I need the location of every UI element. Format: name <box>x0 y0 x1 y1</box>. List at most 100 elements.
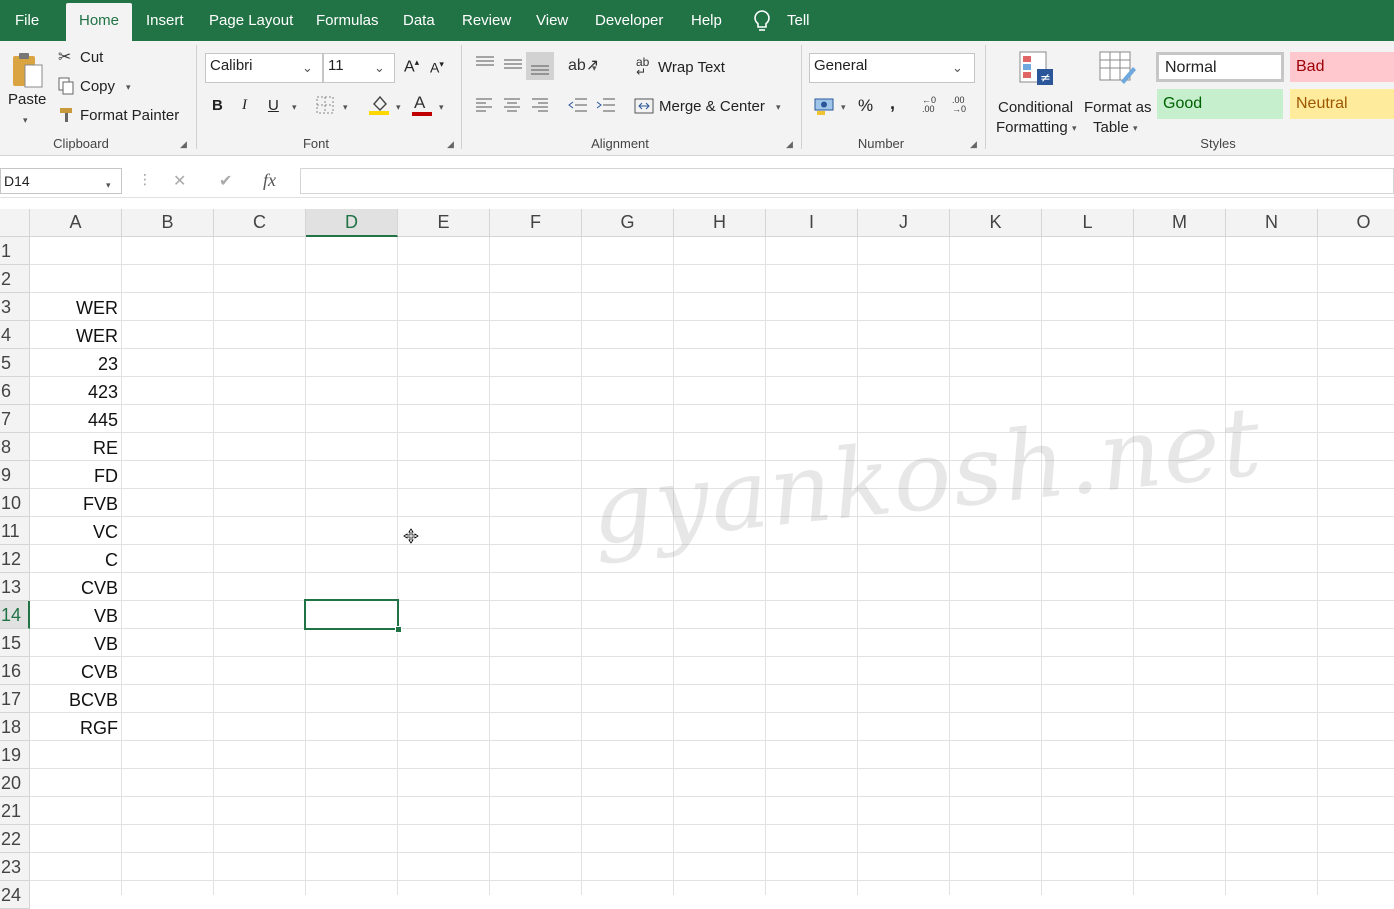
decrease-decimal-icon[interactable]: .00 →0 <box>952 96 966 114</box>
row-header-15[interactable]: 15 <box>0 629 30 657</box>
column-header-h[interactable]: H <box>674 209 766 237</box>
italic-button[interactable]: I <box>242 97 247 114</box>
tab-page-layout[interactable]: Page Layout <box>209 0 293 41</box>
percent-style-button[interactable]: % <box>858 96 873 116</box>
row-header-19[interactable]: 19 <box>0 741 30 769</box>
accounting-chevron-down-icon[interactable]: ▾ <box>841 102 846 113</box>
alignment-launcher-icon[interactable]: ◢ <box>786 139 793 150</box>
cell-a15[interactable]: VB <box>30 629 122 657</box>
fill-handle[interactable] <box>395 626 402 633</box>
conditional-formatting-button[interactable]: ≠ Conditional Formatting ▾ <box>993 49 1081 136</box>
align-center-icon[interactable] <box>502 97 522 118</box>
column-header-a[interactable]: A <box>30 209 122 237</box>
top-align-icon[interactable] <box>474 55 496 76</box>
cell-a16[interactable]: CVB <box>30 657 122 685</box>
column-header-m[interactable]: M <box>1134 209 1226 237</box>
row-header-21[interactable]: 21 <box>0 797 30 825</box>
row-header-18[interactable]: 18 <box>0 713 30 741</box>
row-header-13[interactable]: 13 <box>0 573 30 601</box>
cell-a10[interactable]: FVB <box>30 489 122 517</box>
cell-a4[interactable]: WER <box>30 321 122 349</box>
cell-a7[interactable]: 445 <box>30 405 122 433</box>
column-header-c[interactable]: C <box>214 209 306 237</box>
style-normal[interactable]: Normal <box>1156 52 1284 82</box>
cancel-entry-button[interactable]: ✕ <box>173 171 186 191</box>
font-color-icon[interactable]: A <box>412 93 434 122</box>
wrap-text-button[interactable]: ab ↵ Wrap Text <box>636 56 756 79</box>
format-as-table-button[interactable]: Format as Table ▾ <box>1083 49 1152 136</box>
fill-color-chevron-down-icon[interactable]: ▾ <box>396 102 401 113</box>
middle-align-icon[interactable] <box>502 55 524 78</box>
row-header-4[interactable]: 4 <box>0 321 30 349</box>
accounting-format-icon[interactable] <box>814 96 836 121</box>
row-header-5[interactable]: 5 <box>0 349 30 377</box>
cell-a5[interactable]: 23 <box>30 349 122 377</box>
bottom-align-icon[interactable] <box>526 52 554 80</box>
underline-chevron-down-icon[interactable]: ▾ <box>292 102 297 113</box>
row-header-10[interactable]: 10 <box>0 489 30 517</box>
column-header-j[interactable]: J <box>858 209 950 237</box>
cell-a18[interactable]: RGF <box>30 713 122 741</box>
align-left-icon[interactable] <box>474 97 494 118</box>
column-header-o[interactable]: O <box>1318 209 1394 237</box>
column-header-n[interactable]: N <box>1226 209 1318 237</box>
formula-input[interactable] <box>300 168 1394 194</box>
column-header-g[interactable]: G <box>582 209 674 237</box>
shrink-font-button[interactable]: A▾ <box>430 59 444 76</box>
select-all-corner[interactable] <box>0 209 30 237</box>
align-right-icon[interactable] <box>530 97 550 118</box>
tab-developer[interactable]: Developer <box>595 0 663 41</box>
row-header-16[interactable]: 16 <box>0 657 30 685</box>
row-header-7[interactable]: 7 <box>0 405 30 433</box>
insert-function-button[interactable]: fx <box>263 170 276 191</box>
underline-button[interactable]: U <box>268 97 279 114</box>
row-header-23[interactable]: 23 <box>0 853 30 881</box>
name-box[interactable]: D14 ▾ <box>0 168 122 194</box>
cell-a12[interactable]: C <box>30 545 122 573</box>
cell-a6[interactable]: 423 <box>30 377 122 405</box>
cell-a11[interactable]: VC <box>30 517 122 545</box>
tab-data[interactable]: Data <box>403 0 435 41</box>
borders-chevron-down-icon[interactable]: ▾ <box>343 102 348 113</box>
format-painter-button[interactable]: Format Painter <box>56 105 181 127</box>
column-header-i[interactable]: I <box>766 209 858 237</box>
style-neutral[interactable]: Neutral <box>1290 89 1394 119</box>
tab-help[interactable]: Help <box>691 0 722 41</box>
increase-indent-icon[interactable] <box>595 97 617 118</box>
cell-a17[interactable]: BCVB <box>30 685 122 713</box>
row-header-11[interactable]: 11 <box>0 517 30 545</box>
tab-file[interactable]: File <box>15 0 39 41</box>
cut-button[interactable]: ✂ Cut <box>56 47 116 69</box>
style-bad[interactable]: Bad <box>1290 52 1394 82</box>
orientation-chevron-down-icon[interactable]: ▾ <box>592 63 597 74</box>
row-header-9[interactable]: 9 <box>0 461 30 489</box>
row-header-6[interactable]: 6 <box>0 377 30 405</box>
worksheet-grid[interactable] <box>30 237 1394 895</box>
cell-a9[interactable]: FD <box>30 461 122 489</box>
row-header-20[interactable]: 20 <box>0 769 30 797</box>
column-header-f[interactable]: F <box>490 209 582 237</box>
fill-color-icon[interactable] <box>369 94 391 121</box>
column-header-k[interactable]: K <box>950 209 1042 237</box>
number-format-select[interactable]: General ⌄ <box>809 53 975 83</box>
row-header-8[interactable]: 8 <box>0 433 30 461</box>
font-name-select[interactable]: Calibri ⌄ <box>205 53 323 83</box>
row-header-17[interactable]: 17 <box>0 685 30 713</box>
tab-home[interactable]: Home <box>66 3 132 41</box>
increase-decimal-icon[interactable]: ←0.00 <box>922 96 936 114</box>
copy-button[interactable]: Copy ▾ <box>56 76 136 98</box>
tab-formulas[interactable]: Formulas <box>316 0 379 41</box>
tab-review[interactable]: Review <box>462 0 511 41</box>
cell-a13[interactable]: CVB <box>30 573 122 601</box>
tab-insert[interactable]: Insert <box>146 0 184 41</box>
clipboard-launcher-icon[interactable]: ◢ <box>180 139 187 150</box>
row-header-22[interactable]: 22 <box>0 825 30 853</box>
column-header-e[interactable]: E <box>398 209 490 237</box>
column-header-d[interactable]: D <box>306 209 398 237</box>
grow-font-button[interactable]: A▴ <box>404 57 419 76</box>
row-header-12[interactable]: 12 <box>0 545 30 573</box>
cell-a14[interactable]: VB <box>30 601 122 629</box>
column-header-b[interactable]: B <box>122 209 214 237</box>
comma-style-button[interactable]: , <box>890 93 895 114</box>
tab-view[interactable]: View <box>536 0 568 41</box>
